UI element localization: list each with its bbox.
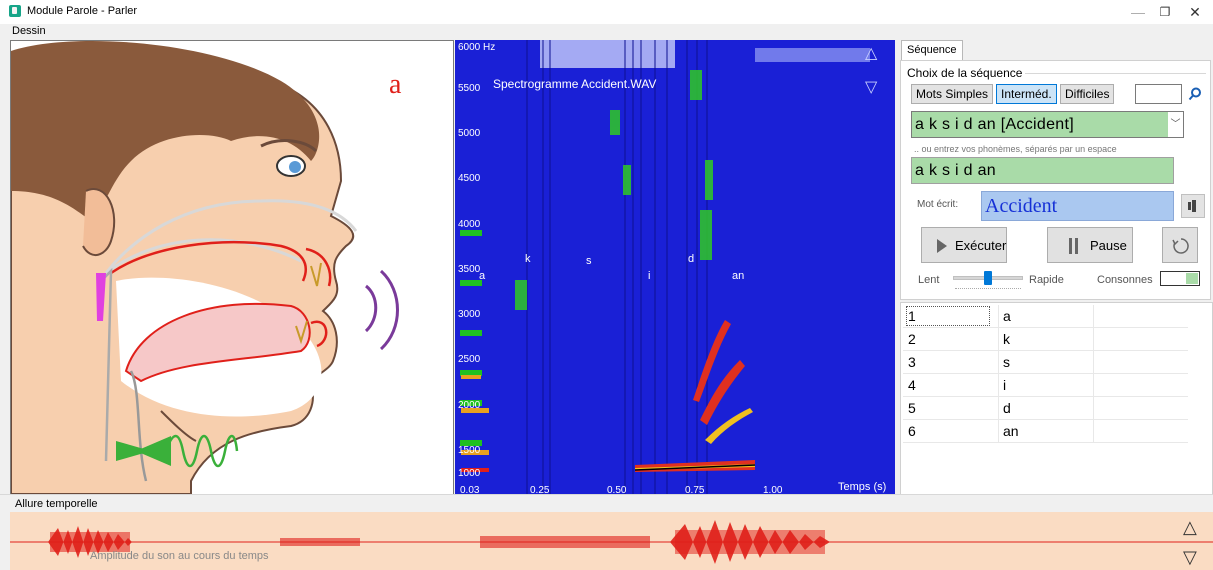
replay-icon <box>1172 238 1189 254</box>
phoneme-marker-a: a <box>479 270 486 282</box>
waveform-panel: Amplitude du son au cours du temps △ ▽ <box>10 512 1213 570</box>
waveform-caption: Amplitude du son au cours du temps <box>90 550 269 562</box>
speaker-button[interactable] <box>1181 194 1205 218</box>
close-button[interactable]: ✕ <box>1180 2 1210 22</box>
slow-label: Lent <box>918 274 940 286</box>
row-phoneme: d <box>1003 400 1011 416</box>
pause-button[interactable]: Pause <box>1047 227 1133 263</box>
title-bar: Module Parole - Parler — ❐ ✕ <box>0 0 1213 24</box>
level-simple-button[interactable]: Mots Simples <box>911 84 994 104</box>
table-row[interactable]: 6 an <box>903 420 1188 443</box>
y-tick-2500: 2500 <box>458 354 481 365</box>
wave-zoom-up-icon[interactable]: △ <box>1183 518 1197 536</box>
tab-sequence[interactable]: Séquence <box>901 40 963 61</box>
row-phoneme: s <box>1003 354 1010 370</box>
level-difficult-button[interactable]: Difficiles <box>1060 84 1115 104</box>
spectrogram-title: Spectrogramme Accident.WAV <box>493 77 657 91</box>
search-icon[interactable] <box>1188 87 1202 101</box>
y-tick-4500: 4500 <box>458 173 481 184</box>
table-row[interactable]: 4i <box>903 374 1188 397</box>
written-word-label: Mot écrit: <box>917 199 959 210</box>
search-input[interactable] <box>1135 84 1182 104</box>
vocal-tract-illustration <box>11 41 399 494</box>
pause-icon <box>1069 238 1078 254</box>
maximize-button[interactable]: ❐ <box>1150 2 1180 22</box>
speed-slider-thumb[interactable] <box>984 271 992 285</box>
consonants-toggle[interactable] <box>1160 271 1200 286</box>
minimize-button[interactable]: — <box>1123 2 1153 22</box>
phoneme-marker-an: an <box>732 270 745 282</box>
row-index: 4 <box>908 377 916 393</box>
app-icon <box>9 5 21 17</box>
sequence-combobox[interactable]: a k s i d an [Accident] <box>911 111 1182 138</box>
spectro-zoom-up-icon[interactable]: △ <box>865 46 877 62</box>
execute-button[interactable]: Exécuter <box>921 227 1007 263</box>
y-tick-5500: 5500 <box>458 83 481 94</box>
row-phoneme: a <box>1003 308 1011 324</box>
window-title: Module Parole - Parler <box>27 5 138 17</box>
drawing-section-label: Dessin <box>12 25 46 37</box>
phoneme-hint: .. ou entrez vos phonèmes, séparés par u… <box>914 144 1117 154</box>
execute-label: Exécuter <box>955 238 1007 253</box>
phoneme-marker-i: i <box>648 270 651 282</box>
table-row[interactable]: 3s <box>903 351 1188 374</box>
spectro-zoom-down-icon[interactable]: ▽ <box>865 80 877 96</box>
y-tick-3000: 3000 <box>458 309 481 320</box>
row-index: 6 <box>908 423 916 439</box>
play-icon <box>937 239 947 253</box>
phoneme-marker-d: d <box>688 253 695 265</box>
chevron-down-icon[interactable]: ﹀ <box>1168 111 1184 138</box>
speaker-icon <box>1188 200 1196 212</box>
fast-label: Rapide <box>1029 274 1064 286</box>
phoneme-marker-s: s <box>586 255 592 267</box>
consonants-label: Consonnes <box>1097 274 1153 286</box>
waveform-section-label: Allure temporelle <box>15 498 98 510</box>
row-index: 1 <box>906 306 990 326</box>
row-index: 5 <box>908 400 916 416</box>
phoneme-marker-k: k <box>525 253 531 265</box>
row-phoneme: k <box>1003 331 1010 347</box>
time-axis-label: Temps (s) <box>838 481 887 493</box>
row-phoneme: i <box>1003 377 1007 393</box>
phoneme-letter: a <box>389 69 402 100</box>
written-word-field[interactable]: Accident <box>981 191 1174 221</box>
section-divider <box>0 494 1213 495</box>
sequence-group-label: Choix de la séquence <box>907 66 1026 80</box>
table-row[interactable]: 1a <box>903 305 1188 328</box>
row-phoneme: an <box>1003 423 1019 439</box>
level-intermediate-button[interactable]: Interméd. <box>996 84 1057 104</box>
pause-label: Pause <box>1090 238 1127 253</box>
y-tick-1500: 1500 <box>458 445 481 456</box>
articulation-drawing: a <box>10 40 454 495</box>
group-divider <box>1021 73 1206 74</box>
section-bar: Dessin <box>0 24 1213 39</box>
row-index: 2 <box>908 331 916 347</box>
phoneme-list: 1a 2k 3s 4i 5d 6 an <box>900 302 1213 495</box>
y-tick-5000: 5000 <box>458 128 481 139</box>
table-row[interactable]: 5d <box>903 397 1188 420</box>
row-index: 3 <box>908 354 916 370</box>
y-tick-2000: 2000 <box>458 400 481 411</box>
y-tick-4000: 4000 <box>458 219 481 230</box>
spectrogram-panel: Spectrogramme Accident.WAV 6000 Hz 5500 … <box>455 40 895 495</box>
sequence-group: Choix de la séquence Mots Simples Interm… <box>900 60 1211 300</box>
freq-top-label: 6000 Hz <box>458 42 496 53</box>
y-tick-1000: 1000 <box>458 468 481 479</box>
spectrogram-image <box>460 40 870 495</box>
phonemes-input[interactable]: a k s i d an <box>911 157 1174 184</box>
sequence-panel: Séquence Choix de la séquence Mots Simpl… <box>900 40 1213 495</box>
replay-button[interactable] <box>1162 227 1198 263</box>
y-tick-3500: 3500 <box>458 264 481 275</box>
wave-zoom-down-icon[interactable]: ▽ <box>1183 548 1197 566</box>
slider-ticks <box>955 288 1021 290</box>
app-window: Module Parole - Parler — ❐ ✕ Dessin a Sp… <box>0 0 1213 570</box>
table-row[interactable]: 2k <box>903 328 1188 351</box>
